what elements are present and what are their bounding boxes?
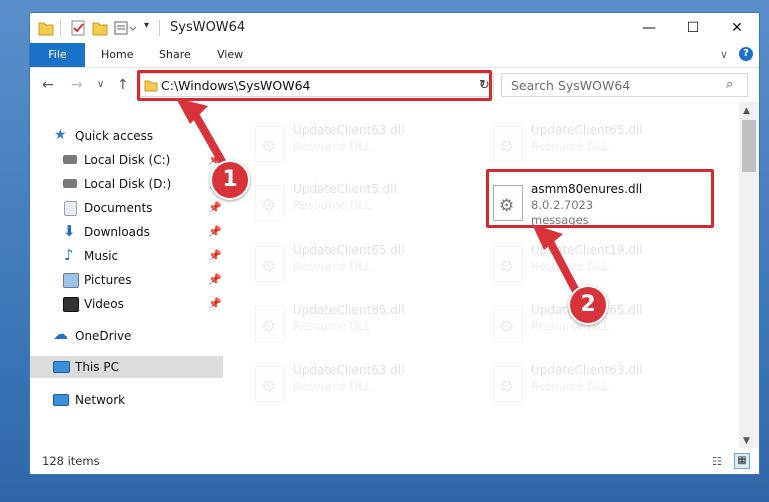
arrow-2-head [532,224,563,250]
arrow-2-shaft [544,234,582,299]
step-2-badge: 2 [568,285,608,325]
arrow-1-head [176,98,208,124]
step-1-badge: 1 [210,160,250,200]
annotation-arrows [176,98,582,299]
